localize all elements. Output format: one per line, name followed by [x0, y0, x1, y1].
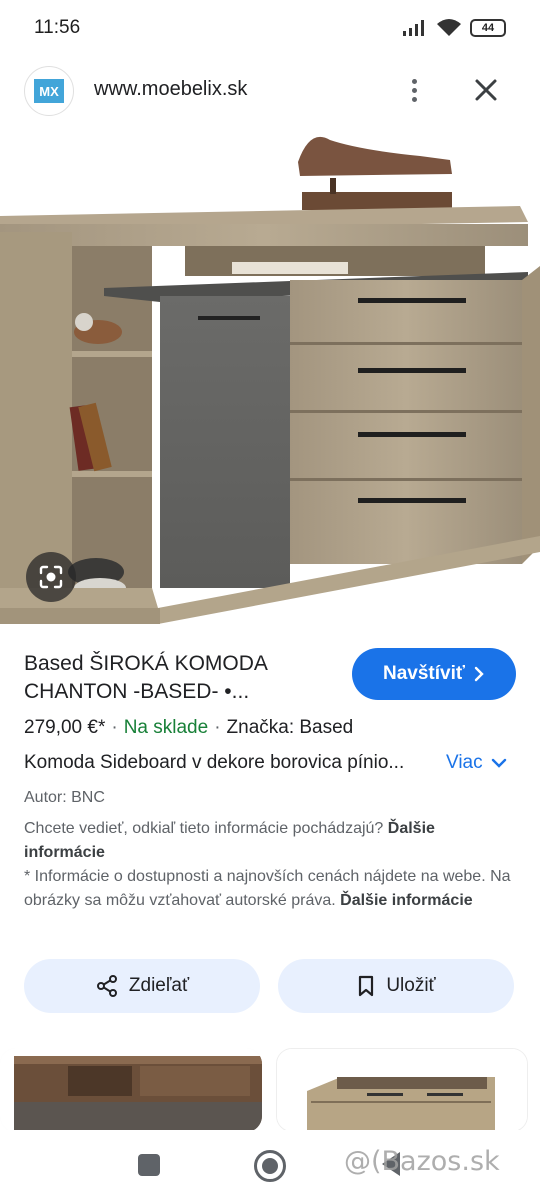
price: 279,00 €* — [24, 717, 106, 738]
site-logo[interactable]: MX — [24, 66, 74, 116]
info-question: Chcete vedieť, odkiaľ tieto informácie p… — [24, 820, 384, 837]
related-thumbnail-2 — [277, 1049, 527, 1131]
more-label: Viac — [446, 752, 483, 773]
price-row: 279,00 €* · Na sklade · Značka: Based — [24, 717, 354, 738]
share-label: Zdieľať — [128, 975, 190, 996]
share-icon — [96, 975, 117, 997]
watermark: @(Bazos.sk — [344, 1146, 500, 1177]
site-header: MX www.moebelix.sk — [0, 58, 540, 126]
visit-label: Navštíviť — [383, 663, 465, 684]
more-vert-icon[interactable] — [402, 72, 426, 108]
share-button[interactable]: Zdieľať — [24, 959, 260, 1013]
product-description: Komoda Sideboard v dekore borovica pínio… — [24, 752, 405, 773]
stock-status: Na sklade — [123, 717, 209, 738]
related-image[interactable] — [0, 1048, 262, 1132]
lens-icon[interactable] — [26, 552, 76, 602]
info-notice-link[interactable]: Ďalšie informácie — [340, 892, 473, 909]
site-logo-text: MX — [34, 79, 64, 103]
save-label: Uložiť — [386, 975, 436, 996]
save-button[interactable]: Uložiť — [278, 959, 514, 1013]
recents-button[interactable] — [138, 1154, 160, 1176]
chevron-right-icon — [474, 666, 484, 682]
close-icon[interactable] — [470, 72, 502, 108]
sideboard-image — [0, 136, 540, 624]
wifi-icon — [437, 19, 461, 36]
product-title[interactable]: Based ŠIROKÁ KOMODA CHANTON -BASED- •... — [24, 650, 334, 706]
author: Autor: BNC — [24, 789, 105, 806]
status-icons: 44 — [402, 18, 506, 38]
site-url[interactable]: www.moebelix.sk — [94, 78, 247, 101]
info-block: Chcete vedieť, odkiaľ tieto informácie p… — [24, 817, 514, 913]
status-bar: 11:56 44 — [0, 0, 540, 58]
related-thumbnail-1 — [0, 1048, 262, 1132]
chevron-down-icon — [491, 758, 506, 768]
status-time: 11:56 — [34, 17, 81, 38]
visit-button[interactable]: Navštíviť — [352, 648, 516, 700]
battery-icon: 44 — [470, 19, 506, 37]
product-image[interactable] — [0, 126, 540, 632]
brand: Značka: Based — [226, 717, 354, 738]
signal-icon — [403, 20, 424, 36]
lens-glyph — [39, 565, 63, 589]
more-button[interactable]: Viac — [446, 752, 507, 774]
related-image[interactable] — [276, 1048, 528, 1132]
home-button[interactable] — [254, 1150, 286, 1182]
bookmark-icon — [359, 975, 374, 997]
